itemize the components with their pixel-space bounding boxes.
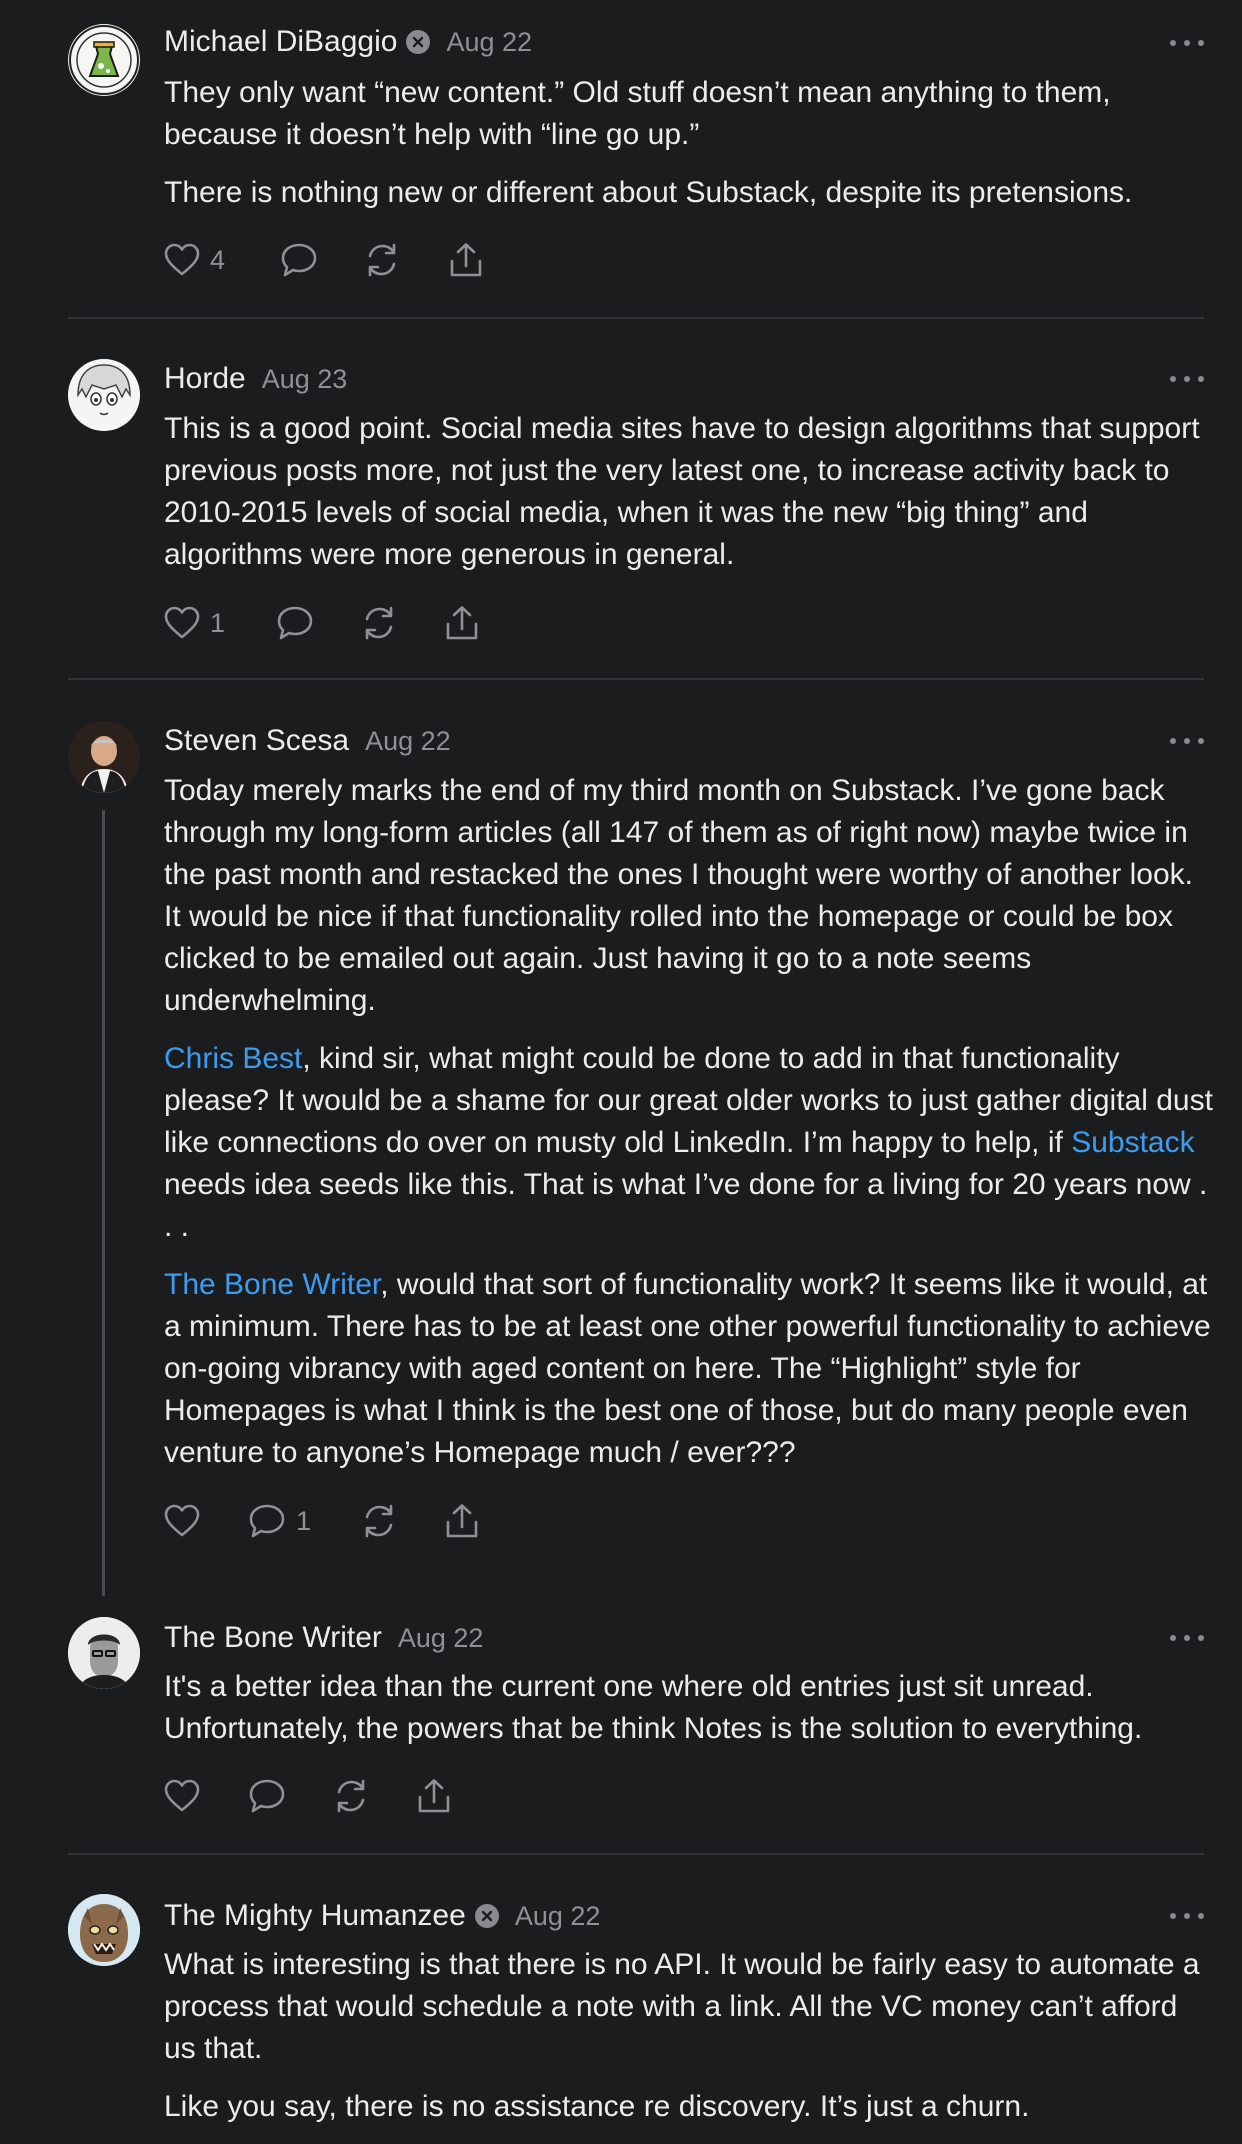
comment-header: The Mighty Humanzee Aug 22 — [164, 1894, 600, 1938]
like-button[interactable]: 1 — [164, 601, 225, 645]
like-count: 1 — [210, 607, 226, 638]
share-button[interactable] — [444, 601, 480, 645]
verified-badge-icon — [474, 1904, 499, 1928]
more-icon[interactable] — [1170, 367, 1204, 391]
comment-body: It's a better idea than the current one … — [164, 1666, 1214, 1766]
mention-link[interactable]: Substack — [1071, 1126, 1194, 1159]
author-name[interactable]: Steven Scesa — [164, 724, 349, 758]
restack-button[interactable] — [360, 601, 398, 645]
reply-count: 1 — [296, 1505, 312, 1536]
restack-button[interactable] — [332, 1774, 370, 1818]
paragraph-text: , kind sir, what might could be done to … — [164, 1042, 1213, 1159]
share-button[interactable] — [416, 1774, 452, 1818]
comment-icon — [249, 1504, 285, 1538]
verified-badge-icon — [406, 30, 431, 54]
comment-paragraph: This is a good point. Social media sites… — [164, 412, 1200, 571]
restack-icon — [365, 606, 393, 640]
comment-icon — [277, 606, 313, 640]
comment-body: They only want “new content.” Old stuff … — [164, 72, 1214, 230]
more-icon[interactable] — [1170, 729, 1204, 753]
avatar[interactable] — [68, 24, 140, 96]
author-name[interactable]: Horde — [164, 362, 246, 396]
comment-header: Horde Aug 23 — [164, 357, 347, 401]
comment-body: Today merely marks the end of my third m… — [164, 770, 1214, 1490]
comment-header: Steven Scesa Aug 22 — [164, 719, 451, 763]
comment-feed: Michael DiBaggio Aug 22 They only want “… — [0, 0, 1242, 2142]
comment-date[interactable]: Aug 22 — [515, 1901, 601, 1932]
thread-line — [102, 810, 105, 1596]
reply-button[interactable]: 1 — [248, 1499, 311, 1543]
divider — [68, 678, 1204, 680]
avatar[interactable] — [68, 1894, 140, 1966]
comment-body: This is a good point. Social media sites… — [164, 408, 1214, 592]
share-icon — [450, 243, 482, 277]
comment-date[interactable]: Aug 22 — [446, 27, 532, 58]
share-icon — [418, 1779, 450, 1813]
divider — [68, 1853, 1204, 1855]
comment-icon — [249, 1779, 285, 1813]
heart-icon — [164, 1779, 200, 1812]
comment-paragraph: There is nothing new or different about … — [164, 176, 1133, 209]
reply-button[interactable] — [280, 238, 318, 282]
restack-icon — [337, 1779, 365, 1813]
divider — [68, 317, 1204, 319]
heart-icon — [164, 243, 200, 276]
comment-date[interactable]: Aug 23 — [262, 364, 348, 395]
more-icon[interactable] — [1170, 1626, 1204, 1650]
comment-paragraph: What is interesting is that there is no … — [164, 1948, 1200, 2065]
comment-paragraph: Chris Best, kind sir, what might could b… — [164, 1038, 1214, 1248]
restack-button[interactable] — [363, 238, 401, 282]
share-icon — [446, 1504, 478, 1538]
share-button[interactable] — [444, 1499, 480, 1543]
like-count: 4 — [210, 244, 226, 275]
more-icon[interactable] — [1170, 1904, 1204, 1928]
heart-icon — [164, 1504, 200, 1537]
author-name[interactable]: Michael DiBaggio — [164, 25, 397, 59]
comment-header: Michael DiBaggio Aug 22 — [164, 20, 532, 64]
like-button[interactable] — [164, 1774, 210, 1818]
share-icon — [446, 606, 478, 640]
reply-button[interactable] — [276, 601, 314, 645]
comment-icon — [281, 243, 317, 277]
share-button[interactable] — [448, 238, 484, 282]
avatar[interactable] — [68, 359, 140, 431]
reply-button[interactable] — [248, 1774, 286, 1818]
comment-paragraph: They only want “new content.” Old stuff … — [164, 76, 1111, 151]
paragraph-text: needs idea seeds like this. That is what… — [164, 1168, 1208, 1243]
comment-paragraph: Like you say, there is no assistance re … — [164, 2090, 1030, 2123]
restack-button[interactable] — [360, 1499, 398, 1543]
comment-date[interactable]: Aug 22 — [365, 726, 451, 757]
restack-icon — [368, 243, 396, 277]
comment-paragraph: It's a better idea than the current one … — [164, 1670, 1143, 1745]
author-name[interactable]: The Bone Writer — [164, 1621, 382, 1655]
mention-link[interactable]: The Bone Writer — [164, 1268, 380, 1301]
avatar[interactable] — [68, 1617, 140, 1689]
comment-date[interactable]: Aug 22 — [398, 1623, 484, 1654]
comment-header: The Bone Writer Aug 22 — [164, 1616, 483, 1660]
restack-icon — [365, 1504, 393, 1538]
like-button[interactable]: 4 — [164, 238, 225, 282]
comment-paragraph: The Bone Writer, would that sort of func… — [164, 1264, 1214, 1474]
author-name[interactable]: The Mighty Humanzee — [164, 1899, 466, 1933]
heart-icon — [164, 606, 200, 639]
mention-link[interactable]: Chris Best — [164, 1042, 302, 1075]
more-icon[interactable] — [1170, 31, 1204, 55]
comment-paragraph: Today merely marks the end of my third m… — [164, 774, 1193, 1017]
avatar[interactable] — [68, 721, 140, 793]
like-button[interactable] — [164, 1499, 210, 1543]
comment-body: What is interesting is that there is no … — [164, 1944, 1214, 2144]
